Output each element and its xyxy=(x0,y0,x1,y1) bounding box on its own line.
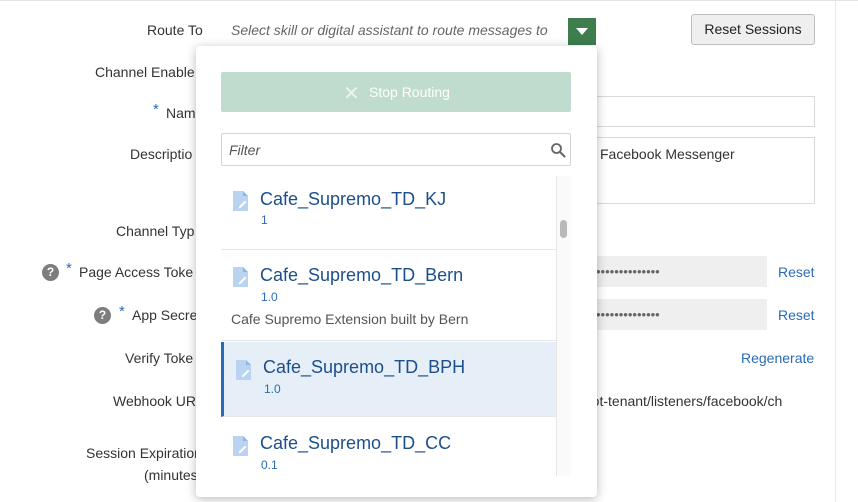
regenerate-link[interactable]: Regenerate xyxy=(741,350,814,366)
search-icon[interactable] xyxy=(550,142,566,158)
channel-enabled-label: Channel Enable xyxy=(95,64,195,80)
item-version: 1.0 xyxy=(264,382,281,396)
page-access-token-label: Page Access Toke xyxy=(79,264,194,280)
list-item[interactable]: Cafe_Supremo_TD_Bern 1.0 Cafe Supremo Ex… xyxy=(221,250,556,341)
document-icon xyxy=(236,360,251,380)
session-expiration-unit: (minutes xyxy=(144,467,198,483)
chevron-down-icon[interactable] xyxy=(568,18,596,45)
required-marker: * xyxy=(66,260,72,277)
document-icon xyxy=(233,267,248,287)
item-version: 0.1 xyxy=(261,458,278,472)
document-icon xyxy=(233,436,248,456)
item-description: Cafe Supremo Extension built by Bern xyxy=(231,311,469,327)
stop-routing-label: Stop Routing xyxy=(369,84,450,100)
channel-type-label: Channel Typ xyxy=(116,223,195,239)
verify-token-label: Verify Toke xyxy=(125,350,194,366)
item-name: Cafe_Supremo_TD_BPH xyxy=(263,357,466,377)
reset-sessions-button[interactable]: Reset Sessions xyxy=(691,14,815,45)
item-version: 1.0 xyxy=(261,290,278,304)
webhook-url-label: Webhook UR xyxy=(113,393,197,409)
page-access-token-reset-link[interactable]: Reset xyxy=(778,264,815,280)
filter-field[interactable] xyxy=(221,133,571,166)
item-name: Cafe_Supremo_TD_KJ xyxy=(260,189,447,209)
right-divider xyxy=(835,0,836,502)
webhook-url-value: tbot-tenant/listeners/facebook/ch xyxy=(580,393,783,409)
route-to-dropdown: ✕ Stop Routing Cafe_Supremo_TD_KJ 1 xyxy=(196,46,597,497)
route-to-label: Route To xyxy=(147,22,203,38)
filter-input[interactable] xyxy=(222,134,542,165)
route-to-select[interactable]: Select skill or digital assistant to rou… xyxy=(231,22,548,38)
help-icon[interactable]: ? xyxy=(42,264,59,281)
item-name: Cafe_Supremo_TD_CC xyxy=(260,433,452,453)
list-item-selected[interactable]: Cafe_Supremo_TD_BPH 1.0 xyxy=(221,342,556,417)
scrollbar-thumb[interactable] xyxy=(560,220,567,238)
document-icon xyxy=(233,191,248,211)
session-expiration-label: Session Expiration xyxy=(86,445,202,461)
description-value: Facebook Messenger xyxy=(600,146,735,162)
required-marker: * xyxy=(119,303,125,320)
description-label: Descriptio xyxy=(130,146,193,162)
item-version: 1 xyxy=(261,213,268,227)
app-secret-value: •••••••••••••• xyxy=(596,307,660,322)
required-marker: * xyxy=(153,101,159,118)
item-name: Cafe_Supremo_TD_Bern xyxy=(260,265,464,285)
app-secret-reset-link[interactable]: Reset xyxy=(778,307,815,323)
page-access-token-value: •••••••••••••• xyxy=(596,264,660,279)
stop-routing-button[interactable]: ✕ Stop Routing xyxy=(221,72,571,112)
name-field[interactable] xyxy=(560,96,815,127)
app-secret-label: App Secre xyxy=(132,307,198,323)
skill-list[interactable]: Cafe_Supremo_TD_KJ 1 Cafe_Supremo_TD_Ber… xyxy=(221,176,571,476)
help-icon[interactable]: ? xyxy=(94,307,111,324)
list-item[interactable]: Cafe_Supremo_TD_CC 0.1 xyxy=(221,417,556,476)
name-label: Nam xyxy=(166,105,196,121)
list-item[interactable]: Cafe_Supremo_TD_KJ 1 xyxy=(221,176,556,250)
close-icon: ✕ xyxy=(343,83,360,105)
top-divider xyxy=(0,0,858,1)
